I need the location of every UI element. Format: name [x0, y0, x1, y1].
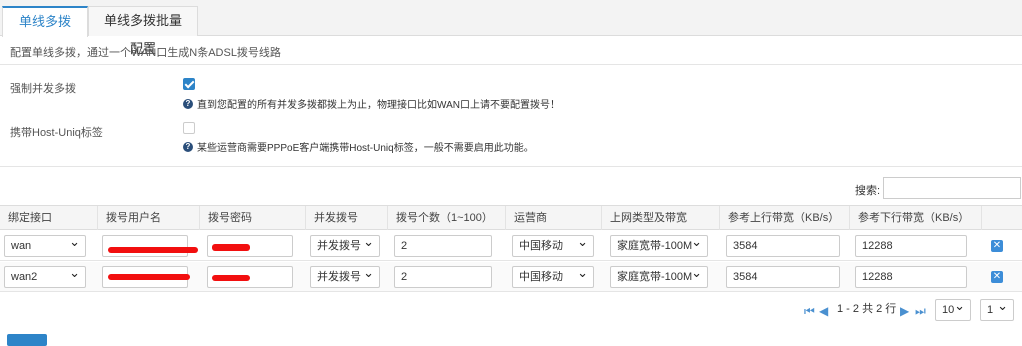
search-label: 搜索:	[855, 185, 881, 197]
delete-x-icon[interactable]: ✕	[991, 240, 1003, 252]
down-bw-input[interactable]: 12288	[855, 266, 967, 288]
pagination-info: 1 - 2 共 2 行	[837, 303, 897, 315]
count-input[interactable]: 2	[394, 235, 492, 257]
interface-select[interactable]: wan2	[4, 263, 86, 288]
search-input[interactable]	[883, 177, 1021, 199]
col-net-type[interactable]: 上网类型及带宽	[602, 206, 720, 230]
redaction-mark	[212, 244, 250, 251]
host-uniq-help: ? 某些运营商需要PPPoE客户端携带Host-Uniq标签，一般不需要启用此功…	[183, 139, 534, 154]
col-concurrent[interactable]: 并发拨号	[306, 206, 388, 230]
tab-bar: 单线多拨 单线多拨批量配置	[0, 0, 1022, 56]
first-page-icon[interactable]: ⏮	[804, 305, 815, 317]
add-button[interactable]	[7, 334, 47, 346]
interface-select[interactable]: wan	[4, 232, 86, 257]
up-bw-input[interactable]: 3584	[726, 235, 840, 257]
down-bw-input[interactable]: 12288	[855, 235, 967, 257]
force-concurrent-checkbox[interactable]	[183, 78, 195, 90]
redaction-mark	[108, 247, 198, 253]
divider	[0, 64, 1022, 65]
table-row: wan2 并发拨号 2 中国移动 家庭宽带-100M 3584 12288 ✕	[0, 262, 1022, 292]
up-bw-input[interactable]: 3584	[726, 266, 840, 288]
table-header: 绑定接口 拨号用户名 拨号密码 并发拨号 拨号个数（1~100） 运营商 上网类…	[0, 206, 1022, 230]
col-count[interactable]: 拨号个数（1~100）	[388, 206, 506, 230]
username-input[interactable]	[102, 235, 188, 257]
count-input[interactable]: 2	[394, 266, 492, 288]
question-circle-icon: ?	[183, 141, 193, 152]
page-description: 配置单线多拨，通过一个WAN口生成N条ADSL拨号线路	[10, 47, 281, 59]
col-isp[interactable]: 运营商	[506, 206, 602, 230]
next-page-icon[interactable]: ▶	[900, 305, 909, 317]
host-uniq-checkbox[interactable]	[183, 122, 195, 134]
prev-page-icon[interactable]: ◀	[819, 305, 828, 317]
col-interface[interactable]: 绑定接口	[0, 206, 98, 230]
redaction-mark	[108, 274, 190, 280]
tab-single-line-multi-dial[interactable]: 单线多拨	[2, 6, 88, 37]
concurrent-select[interactable]: 并发拨号	[310, 263, 380, 288]
net-type-select[interactable]: 家庭宽带-100M	[610, 232, 708, 257]
dial-table: 绑定接口 拨号用户名 拨号密码 并发拨号 拨号个数（1~100） 运营商 上网类…	[0, 205, 1022, 292]
isp-select[interactable]: 中国移动	[512, 232, 594, 257]
net-type-select[interactable]: 家庭宽带-100M	[610, 263, 708, 288]
divider	[0, 166, 1022, 167]
col-down-bw[interactable]: 参考下行带宽（KB/s）	[850, 206, 982, 230]
host-uniq-label: 携带Host-Uniq标签	[10, 127, 103, 139]
page-size-select[interactable]: 10	[935, 296, 971, 321]
redaction-mark	[212, 275, 250, 281]
force-concurrent-help: ? 直到您配置的所有并发多拨都拨上为止，物理接口比如WAN口上请不要配置拨号！	[183, 96, 560, 111]
table-row: wan 并发拨号 2 中国移动 家庭宽带-100M 3584 12288 ✕	[0, 231, 1022, 261]
concurrent-select[interactable]: 并发拨号	[310, 232, 380, 257]
isp-select[interactable]: 中国移动	[512, 263, 594, 288]
question-circle-icon: ?	[183, 98, 193, 109]
col-up-bw[interactable]: 参考上行带宽（KB/s）	[720, 206, 850, 230]
col-password[interactable]: 拨号密码	[200, 206, 306, 230]
force-concurrent-label: 强制并发多拨	[10, 83, 76, 95]
delete-x-icon[interactable]: ✕	[991, 271, 1003, 283]
host-uniq-help-text: 某些运营商需要PPPoE客户端携带Host-Uniq标签，一般不需要启用此功能。	[197, 143, 534, 154]
force-concurrent-help-text: 直到您配置的所有并发多拨都拨上为止，物理接口比如WAN口上请不要配置拨号！	[197, 100, 560, 111]
tab-batch-config[interactable]: 单线多拨批量配置	[88, 6, 198, 56]
page-select[interactable]: 1	[980, 296, 1014, 321]
col-username[interactable]: 拨号用户名	[98, 206, 200, 230]
last-page-icon[interactable]: ⏭	[915, 305, 926, 317]
